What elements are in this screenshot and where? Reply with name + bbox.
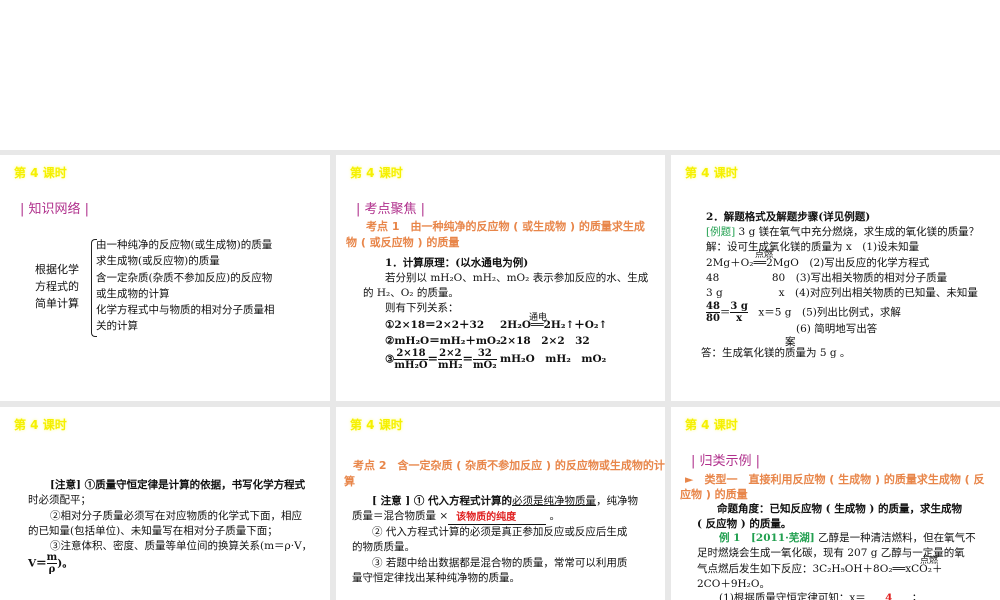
section-heading: | 知识网络 | bbox=[20, 202, 90, 217]
example-tag: [例题] bbox=[706, 226, 736, 238]
topic-heading-cont: 物 ( 或反应物 ) 的质量 bbox=[346, 236, 460, 249]
blank-field: 该物质的纯度 bbox=[448, 512, 547, 525]
condition-label: 通电 bbox=[529, 313, 548, 323]
step-2: 2Mg＋O₂══2MgO (2)写出反应的化学方程式 bbox=[706, 257, 930, 269]
example-question: 3 g 镁在氧气中充分燃烧，求生成的氧化镁的质量？ bbox=[738, 226, 980, 238]
type-heading-cont: 应物 ) 的质量 bbox=[680, 488, 748, 501]
tree-item: 含一定杂质(杂质不参加反应)的反应物 bbox=[96, 271, 273, 284]
topic-heading: 考点 2 含一定杂质 ( 杂质不参加反应 ) 的反应物或生成物的计 bbox=[353, 459, 665, 472]
slide-title: 第 4 课时 bbox=[350, 418, 403, 432]
type-heading: ► 类型一 直接利用反应物 ( 生成物 ) 的质量求生成物 ( 反 bbox=[685, 473, 985, 486]
note-2-cont: 的已知量(包括单位)、未知量写在相对分子质量下面； bbox=[28, 525, 278, 537]
relation-1: ①2×18＝2×2＋32 bbox=[385, 319, 485, 331]
slide-3[interactable]: 第 4 课时 2．解题格式及解题步骤(详见例题) [例题] 3 g 镁在氧气中充… bbox=[671, 155, 1000, 401]
tree-items: 由一种纯净的反应物(或生成物)的质量 求生成物(或反应物)的质量 含一定杂质(杂… bbox=[96, 237, 275, 335]
step-1: 解：设可生成氧化镁的质量为 x (1)设未知量 bbox=[706, 241, 920, 253]
example-tag: 例 1 [2011·芜湖] bbox=[719, 532, 815, 544]
slide-title: 第 4 课时 bbox=[350, 166, 403, 180]
underlined-text: 必须是纯净物质量 bbox=[512, 495, 597, 507]
tree-item: 或生成物的计算 bbox=[96, 287, 170, 300]
equation: 2H₂O══2H₂↑＋O₂↑ bbox=[500, 319, 608, 331]
note-3-formula: V＝ m ρ)。 bbox=[28, 552, 73, 575]
principle-title: 1．计算原理：(以水通电为例) bbox=[385, 257, 529, 269]
slide-6[interactable]: 第 4 课时 | 归类示例 | ► 类型一 直接利用反应物 ( 生成物 ) 的质… bbox=[671, 407, 1000, 600]
step-5: 48 80 ＝ 3 gx x＝5 g (5)列出比例式，求解 bbox=[706, 301, 901, 324]
answer: 答：生成氧化镁的质量为 5 g 。 bbox=[701, 347, 851, 359]
slide-5[interactable]: 第 4 课时 考点 2 含一定杂质 ( 杂质不参加反应 ) 的反应物或生成物的计… bbox=[336, 407, 665, 600]
note-1: [ 注意 ] ① 代入方程式计算的 bbox=[372, 495, 513, 507]
tree-root: 根据化学 方程式的 简单计算 bbox=[35, 261, 79, 312]
slide-title: 第 4 课时 bbox=[14, 418, 67, 432]
note-2-cont: 的物质质量。 bbox=[352, 541, 415, 553]
root-line: 方程式的 bbox=[35, 280, 79, 293]
text-line: 若分别以 mH₂O、mH₂、mO₂ 表示参加反应的水、生成 bbox=[385, 272, 649, 284]
note-3-cont: 量守恒定律找出某种纯净物的质量。 bbox=[352, 572, 520, 584]
angle-text: 命题角度：已知反应物 ( 生成物 ) 的质量，求生成物 bbox=[717, 503, 963, 515]
steps-title: 2．解题格式及解题步骤(详见例题) bbox=[706, 211, 871, 223]
text-line: 乙醇是一种清洁燃料，但在氧气不 bbox=[818, 532, 976, 544]
section-heading: | 考点聚焦 | bbox=[356, 202, 426, 217]
answer-fill: 4 bbox=[866, 591, 912, 600]
slide-title: 第 4 课时 bbox=[685, 166, 738, 180]
note-1: [注意] ①质量守恒定律是计算的依据，书写化学方程式 bbox=[50, 479, 306, 491]
text-line: 质量＝混合物质量 × bbox=[352, 510, 449, 522]
mass-ratios: 2×18 2×2 32 bbox=[500, 335, 590, 347]
text-line: ，纯净物 bbox=[596, 495, 639, 507]
answer-fill: 该物质的纯度 bbox=[456, 511, 517, 523]
mass-symbols: mH₂O mH₂ mO₂ bbox=[500, 353, 607, 365]
text-line: 则有下列关系： bbox=[385, 302, 459, 314]
root-line: 根据化学 bbox=[35, 263, 79, 276]
step-3: 48 80 (3)写出相关物质的相对分子质量 bbox=[706, 272, 948, 284]
slide-1[interactable]: 第 4 课时 | 知识网络 | 根据化学 方程式的 简单计算 由一种纯净的反应物… bbox=[0, 155, 330, 401]
note-2: ②相对分子质量必须写在对应物质的化学式下面，相应 bbox=[50, 510, 302, 522]
topic-heading-cont: 算 bbox=[344, 475, 355, 488]
step-4: 3 g x (4)对应列出相关物质的已知量、未知量 bbox=[706, 287, 978, 299]
reaction-equation: 气点燃后发生如下反应：3C₂H₅OH＋8O₂══xCO₂＋ bbox=[697, 563, 943, 575]
note-3: ③注意体积、密度、质量等单位间的换算关系(m＝ρ·V， bbox=[50, 540, 313, 552]
slide-4[interactable]: 第 4 课时 [注意] ①质量守恒定律是计算的依据，书写化学方程式 时必须配平；… bbox=[0, 407, 330, 600]
tree-item: 由一种纯净的反应物(或生成物)的质量 bbox=[96, 239, 273, 251]
text-line: 的 H₂、O₂ 的质量。 bbox=[363, 287, 459, 299]
note-1-cont: 时必须配平； bbox=[28, 494, 91, 506]
tree-item: 化学方程式中与物质的相对分子质量相 bbox=[96, 304, 275, 317]
condition-label: 点燃 bbox=[755, 250, 774, 260]
topic-heading: 考点 1 由一种纯净的反应物 ( 或生成物 ) 的质量求生成 bbox=[366, 220, 645, 233]
slide-title: 第 4 课时 bbox=[14, 166, 67, 180]
relation-3: ③ 2×18 mH₂O ＝ 2×2 mH₂ ＝ 32 mO₂ bbox=[385, 348, 497, 371]
root-line: 简单计算 bbox=[35, 297, 79, 310]
section-heading: | 归类示例 | bbox=[691, 454, 761, 469]
question-1: (1)根据质量守恒定律可知：x＝ bbox=[719, 592, 866, 600]
note-3: ③ 若题中给出数据都是混合物的质量，常常可以利用质 bbox=[372, 557, 628, 569]
slide-2[interactable]: 第 4 课时 | 考点聚焦 | 考点 1 由一种纯净的反应物 ( 或生成物 ) … bbox=[336, 155, 665, 401]
step-6: (6) 简明地写出答 bbox=[796, 323, 878, 335]
tree-item: 关的计算 bbox=[96, 320, 138, 333]
slide-title: 第 4 课时 bbox=[685, 418, 738, 432]
tree-item: 求生成物(或反应物)的质量 bbox=[96, 255, 220, 268]
note-2: ② 代入方程式计算的必须是真正参加反应或反应后生成 bbox=[372, 526, 628, 538]
condition-label: 点燃 bbox=[920, 556, 939, 566]
